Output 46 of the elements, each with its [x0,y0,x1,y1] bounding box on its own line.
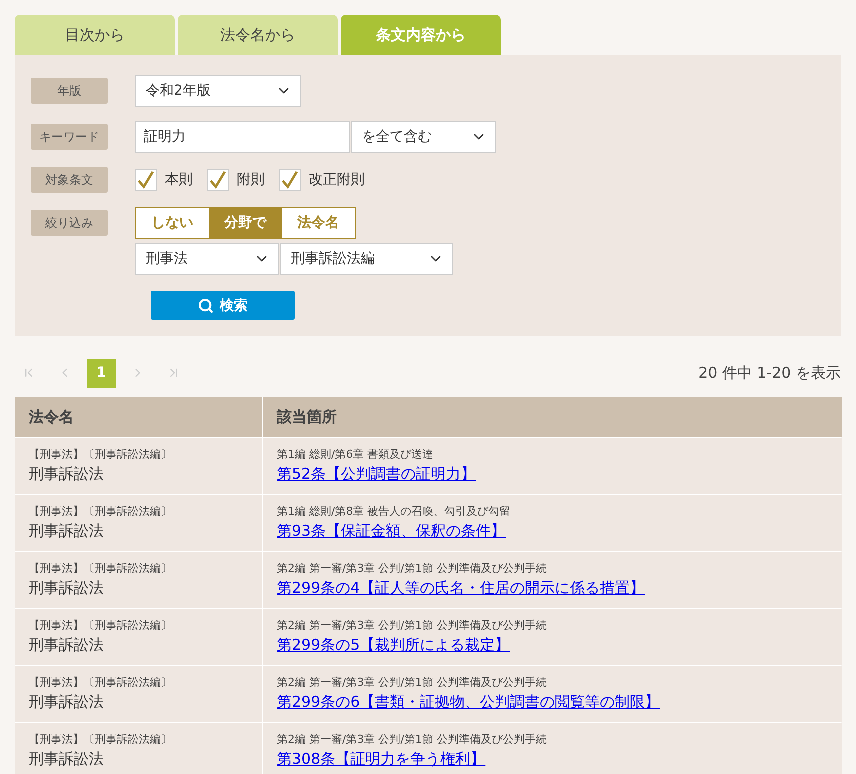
article-link[interactable]: 第93条【保証金額、保釈の条件】 [277,522,828,541]
law-category: 【刑事法】〔刑事訴訟法編〕 [29,675,173,690]
checkbox[interactable] [207,169,229,191]
article-path: 第2編 第一審/第3章 公判/第1節 公判準備及び公判手続 [277,675,548,690]
keyword-input[interactable]: 証明力 [135,121,350,153]
result-count: 20 件中 1-20 を表示 [698,364,841,382]
tab[interactable]: 法令名から [178,15,338,55]
checkbox-label: 改正附則 [309,171,365,189]
law-category: 【刑事法】〔刑事訴訟法編〕 [29,504,173,519]
field-label: キーワード [31,124,108,150]
law-category: 【刑事法】〔刑事訴訟法編〕 [29,732,173,747]
law-category: 【刑事法】〔刑事訴訟法編〕 [29,447,173,462]
checkbox-label: 附則 [237,171,265,189]
law-name: 刑事訴訟法 [29,750,105,769]
checkbox[interactable] [279,169,301,191]
law-name: 刑事訴訟法 [29,465,105,484]
article-link[interactable]: 第299条の5【裁判所による裁定】 [277,636,828,655]
tab[interactable]: 目次から [15,15,175,55]
search-icon [198,298,214,314]
field-label: 年版 [31,78,108,104]
law-category: 【刑事法】〔刑事訴訟法編〕 [29,561,173,576]
article-link[interactable]: 第299条の4【証人等の氏名・住居の開示に係る措置】 [277,579,828,598]
match-mode-select[interactable]: を全て含む [351,121,496,153]
search-button[interactable]: 検索 [151,291,295,320]
subfield-select[interactable]: 刑事訴訟法編 [280,243,453,275]
year-select[interactable]: 令和2年版 [135,75,301,107]
article-link[interactable]: 第308条【証明力を争う権利】 [277,750,828,769]
law-name: 刑事訴訟法 [29,522,105,541]
field-label: 対象条文 [31,167,108,193]
column-header: 法令名 [15,397,262,437]
law-name: 刑事訴訟法 [29,636,105,655]
article-link[interactable]: 第52条【公判調書の証明力】 [277,465,828,484]
article-link[interactable]: 第299条の6【書類・証拠物、公判調書の閲覧等の制限】 [277,693,828,712]
law-name: 刑事訴訟法 [29,579,105,598]
article-path: 第2編 第一審/第3章 公判/第1節 公判準備及び公判手続 [277,618,548,633]
checkbox[interactable] [135,169,157,191]
field-select[interactable]: 刑事法 [135,243,279,275]
checkbox-label: 本則 [165,171,193,189]
law-category: 【刑事法】〔刑事訴訟法編〕 [29,618,173,633]
article-path: 第1編 総則/第8章 被告人の召喚、勾引及び勾留 [277,504,512,519]
field-label: 絞り込み [31,210,108,236]
article-path: 第2編 第一審/第3章 公判/第1節 公判準備及び公判手続 [277,561,548,576]
article-path: 第1編 総則/第6章 書類及び送達 [277,447,435,462]
law-name: 刑事訴訟法 [29,693,105,712]
article-path: 第2編 第一審/第3章 公判/第1節 公判準備及び公判手続 [277,732,548,747]
column-header: 該当箇所 [263,397,842,437]
